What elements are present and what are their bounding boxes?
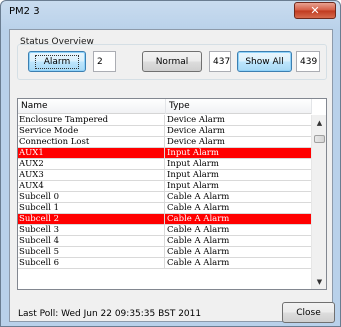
- table-body: Enclosure Tampered Device Alarm Service Mo…: [18, 115, 312, 269]
- cell-name: AUX4: [18, 181, 165, 192]
- last-poll-text: Last Poll: Wed Jun 22 09:35:35 BST 2011: [18, 309, 202, 319]
- table-row[interactable]: AUX2 Input Alarm: [18, 159, 312, 170]
- cell-type: Input Alarm: [167, 148, 219, 158]
- table-row[interactable]: Service Mode Device Alarm: [18, 126, 312, 137]
- cell-type: Cable A Alarm: [167, 236, 230, 246]
- cell-type: Device Alarm: [167, 126, 225, 136]
- cell-type: Input Alarm: [167, 181, 219, 191]
- cell-name: Subcell 2: [18, 214, 165, 225]
- normal-count: 437: [209, 51, 231, 72]
- cell-type: Device Alarm: [167, 115, 225, 125]
- scrollbar-thumb[interactable]: [314, 135, 325, 143]
- column-header-name[interactable]: Name: [18, 99, 166, 114]
- cell-type: Cable A Alarm: [167, 192, 230, 202]
- cell-name: Subcell 6: [18, 258, 165, 269]
- cell-name: Connection Lost: [18, 137, 165, 148]
- cell-type: Cable A Alarm: [167, 247, 230, 257]
- table-row[interactable]: AUX3 Input Alarm: [18, 170, 312, 181]
- table-row[interactable]: Subcell 6 Cable A Alarm: [18, 258, 312, 269]
- table-row[interactable]: Subcell 0 Cable A Alarm: [18, 192, 312, 203]
- window-title: PM2 3: [9, 6, 40, 17]
- down-arrow-icon[interactable]: ▼: [312, 274, 326, 289]
- cell-name: AUX3: [18, 170, 165, 181]
- window-close-button[interactable]: ✕: [294, 2, 336, 19]
- cell-name: AUX1: [18, 148, 165, 159]
- cell-name: Service Mode: [18, 126, 165, 137]
- cell-name: Enclosure Tampered: [18, 115, 165, 126]
- close-button[interactable]: Close: [282, 302, 335, 323]
- up-arrow-icon[interactable]: ▲: [312, 115, 326, 130]
- cell-type: Cable A Alarm: [167, 258, 230, 268]
- alarm-button-label: Alarm: [34, 54, 80, 69]
- cell-type: Input Alarm: [167, 170, 219, 180]
- cell-name: Subcell 1: [18, 203, 165, 214]
- status-overview-group: Alarm 2 Normal 437 Show All 439: [17, 44, 327, 80]
- table-header: Name Type: [18, 99, 312, 114]
- alarm-button[interactable]: Alarm: [28, 51, 86, 72]
- cell-name: Subcell 4: [18, 236, 165, 247]
- pm2-window: PM2 3 ✕ Status Overview Alarm 2 Normal 4…: [0, 0, 341, 327]
- table-row[interactable]: AUX4 Input Alarm: [18, 181, 312, 192]
- column-header-type[interactable]: Type: [166, 99, 312, 114]
- table-row[interactable]: Subcell 5 Cable A Alarm: [18, 247, 312, 258]
- title-bar[interactable]: PM2 3 ✕: [1, 1, 340, 27]
- table-row[interactable]: Subcell 3 Cable A Alarm: [18, 225, 312, 236]
- close-icon: ✕: [310, 4, 320, 17]
- cell-type: Input Alarm: [167, 159, 219, 169]
- alarm-table: Name Type Enclosure Tampered Device Alarm…: [17, 98, 327, 290]
- table-row[interactable]: Subcell 4 Cable A Alarm: [18, 236, 312, 247]
- vertical-scrollbar[interactable]: ▲ ▼: [311, 115, 326, 289]
- cell-type: Cable A Alarm: [167, 203, 230, 213]
- cell-name: Subcell 0: [18, 192, 165, 203]
- show-all-count: 439: [296, 51, 320, 72]
- cell-name: Subcell 5: [18, 247, 165, 258]
- cell-name: Subcell 3: [18, 225, 165, 236]
- cell-type: Cable A Alarm: [167, 225, 230, 235]
- table-row[interactable]: Enclosure Tampered Device Alarm: [18, 115, 312, 126]
- table-row[interactable]: AUX1 Input Alarm: [18, 148, 312, 159]
- table-row[interactable]: Connection Lost Device Alarm: [18, 137, 312, 148]
- cell-name: AUX2: [18, 159, 165, 170]
- cell-type: Cable A Alarm: [167, 214, 230, 224]
- show-all-button[interactable]: Show All: [237, 51, 292, 72]
- table-row[interactable]: Subcell 1 Cable A Alarm: [18, 203, 312, 214]
- normal-button[interactable]: Normal: [142, 51, 202, 72]
- alarm-count: 2: [93, 51, 116, 72]
- client-area: Status Overview Alarm 2 Normal 437 Show …: [9, 29, 335, 323]
- cell-type: Device Alarm: [167, 137, 225, 147]
- table-row[interactable]: Subcell 2 Cable A Alarm: [18, 214, 312, 225]
